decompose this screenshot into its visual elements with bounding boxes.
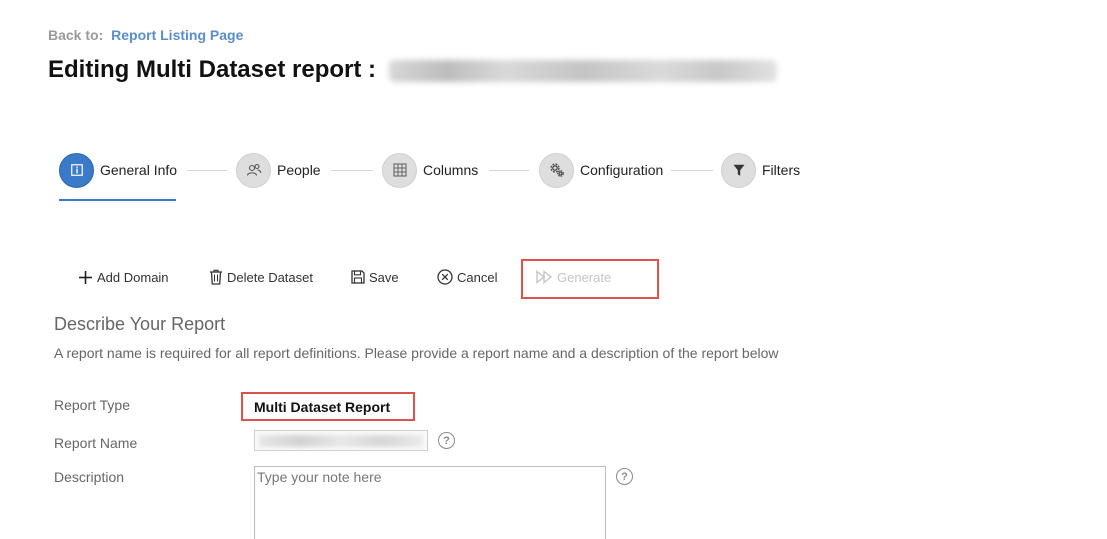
add-domain-button[interactable]: Add Domain xyxy=(78,262,169,292)
step-general-info[interactable]: General Info xyxy=(59,152,177,188)
step-connector xyxy=(489,170,529,171)
report-listing-link[interactable]: Report Listing Page xyxy=(111,27,243,43)
description-textarea[interactable] xyxy=(254,466,606,539)
delete-dataset-label: Delete Dataset xyxy=(227,269,313,285)
people-icon xyxy=(236,152,271,188)
filter-icon xyxy=(721,152,756,188)
floppy-disk-icon xyxy=(351,270,365,284)
report-type-label: Report Type xyxy=(54,397,131,413)
step-label: Configuration xyxy=(580,162,664,178)
step-columns[interactable]: Columns xyxy=(382,152,478,188)
step-connector xyxy=(331,170,373,171)
step-configuration[interactable]: Configuration xyxy=(539,152,663,188)
cancel-circle-icon xyxy=(437,269,453,285)
step-connector xyxy=(671,170,713,171)
step-filters[interactable]: Filters xyxy=(721,152,800,188)
trash-icon xyxy=(209,269,223,285)
page-title-text: Editing Multi Dataset report : xyxy=(48,56,377,83)
active-step-indicator xyxy=(59,199,176,201)
section-title: Describe Your Report xyxy=(54,314,226,334)
step-label: Columns xyxy=(423,162,479,178)
cancel-label: Cancel xyxy=(457,269,498,285)
save-label: Save xyxy=(369,269,399,285)
save-button[interactable]: Save xyxy=(351,262,399,292)
step-connector xyxy=(187,170,227,171)
info-icon xyxy=(59,152,94,188)
back-label: Back to: xyxy=(48,27,104,43)
page-title: Editing Multi Dataset report : xyxy=(48,56,777,84)
add-domain-label: Add Domain xyxy=(97,269,169,285)
step-label: People xyxy=(277,162,321,178)
plus-icon xyxy=(78,270,93,285)
grid-icon xyxy=(382,152,417,188)
report-type-value: Multi Dataset Report xyxy=(254,398,391,415)
description-label: Description xyxy=(54,469,125,485)
step-label: General Info xyxy=(100,162,178,178)
delete-dataset-button[interactable]: Delete Dataset xyxy=(209,262,313,292)
report-type-highlight-box: Multi Dataset Report xyxy=(241,392,415,421)
description-help-icon[interactable]: ? xyxy=(616,468,633,485)
section-description: A report name is required for all report… xyxy=(54,345,779,361)
step-label: Filters xyxy=(762,162,801,178)
gears-icon xyxy=(539,152,574,188)
cancel-button[interactable]: Cancel xyxy=(437,262,497,292)
wizard-stepper: General Info People Columns Configuratio… xyxy=(59,152,819,201)
report-name-label: Report Name xyxy=(54,435,138,451)
redacted-report-name-value xyxy=(259,435,423,447)
back-nav: Back to: Report Listing Page xyxy=(48,27,243,43)
redacted-report-name xyxy=(388,59,777,82)
generate-highlight-box xyxy=(521,259,659,299)
report-name-input[interactable] xyxy=(254,430,428,451)
report-name-help-icon[interactable]: ? xyxy=(438,432,455,449)
step-people[interactable]: People xyxy=(236,152,321,188)
report-editor-page: Back to: Report Listing Page Editing Mul… xyxy=(0,0,1107,539)
